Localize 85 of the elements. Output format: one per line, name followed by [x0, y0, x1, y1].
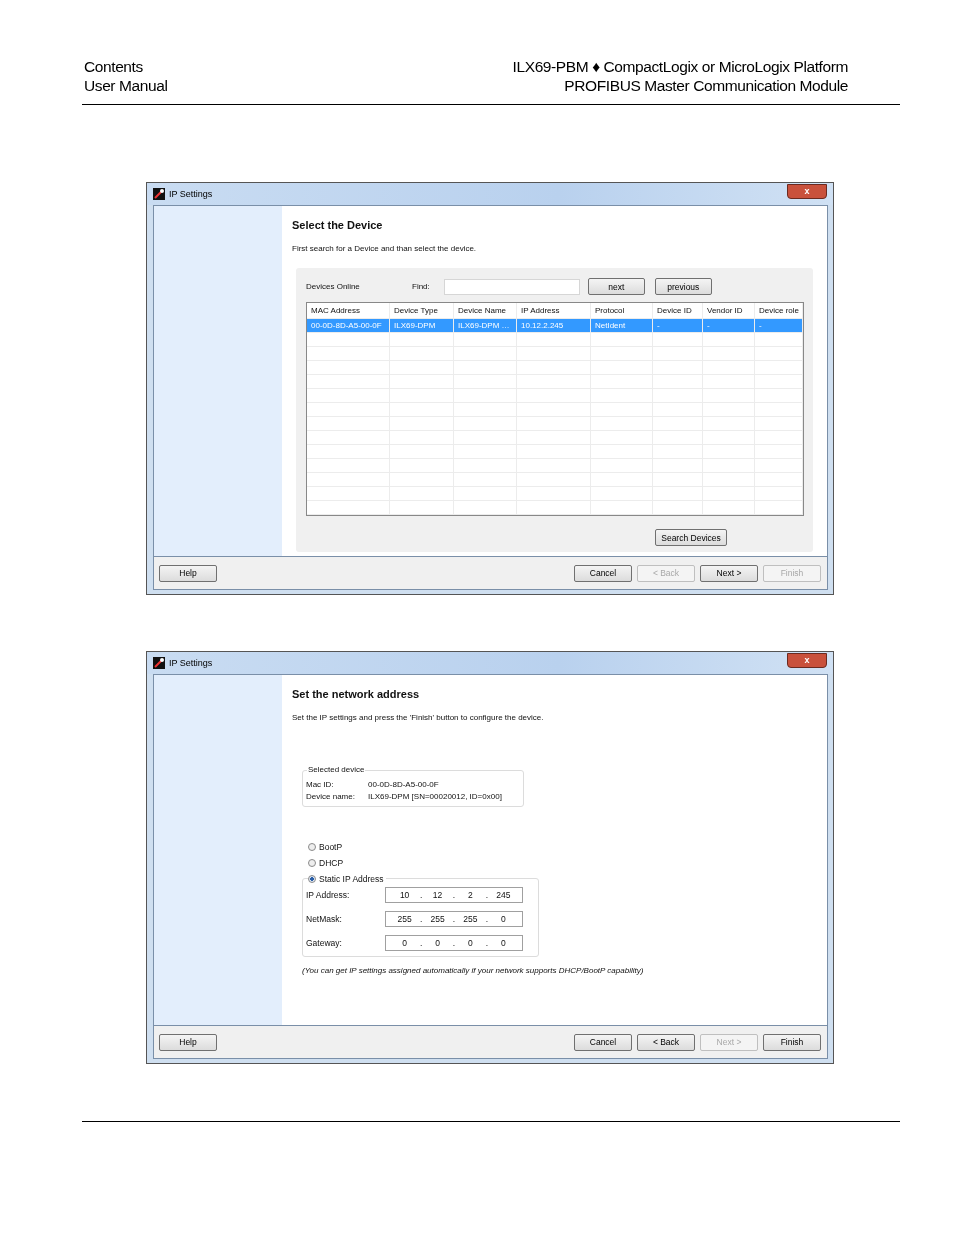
radio-label: Static IP Address: [319, 874, 384, 884]
table-cell: 00-0D-8D-A5-00-0F: [307, 319, 390, 332]
column-header[interactable]: Device Name: [454, 303, 517, 318]
radio-option[interactable]: DHCP: [308, 858, 386, 868]
dialog-button[interactable]: Help: [159, 1033, 217, 1051]
group-legend: Selected device: [307, 765, 366, 775]
separator-text: .: [452, 890, 456, 900]
octet-text: 0: [401, 938, 408, 948]
field-value: ILX69-DPM [SN=00020012, ID=0x00]: [368, 791, 502, 803]
field-label: Device name:: [306, 791, 356, 803]
field-label: NetMask:: [306, 914, 343, 924]
page-heading: Set the network address: [292, 688, 420, 700]
dialog-button[interactable]: Finish: [763, 1033, 821, 1051]
column-header[interactable]: Device Type: [390, 303, 454, 318]
description-text: Set the IP settings and press the 'Finish' button to configure the device.: [292, 713, 544, 722]
radio-label: DHCP: [319, 858, 344, 868]
page-heading: Select the Device: [292, 219, 383, 231]
field-label: Mac ID:: [306, 779, 335, 791]
separator-text: .: [485, 890, 489, 900]
column-header[interactable]: Device role: [755, 303, 803, 318]
dialog-button[interactable]: Next >: [700, 564, 758, 582]
separator-text: .: [452, 914, 456, 924]
table-cell: NetIdent: [591, 319, 653, 332]
separator-text: .: [419, 914, 423, 924]
table-cell: ILX69-DPM: [390, 319, 454, 332]
description-text: First search for a Device and than select the device.: [292, 244, 477, 253]
octet-text: 0: [499, 914, 507, 924]
field-value: 00-0D-8D-A5-00-0F: [368, 779, 439, 791]
dialog-button[interactable]: next: [587, 278, 645, 295]
dialog-button[interactable]: previous: [654, 278, 712, 295]
octet-text: 255: [429, 914, 446, 924]
dialog-button[interactable]: Search Devices: [655, 529, 727, 546]
separator-text: .: [452, 938, 456, 948]
table-cell: -: [755, 319, 803, 332]
close-button[interactable]: x: [787, 652, 827, 668]
dialog-button[interactable]: Cancel: [574, 1033, 632, 1051]
octet-text: 10: [398, 890, 411, 900]
dialog-button[interactable]: Cancel: [574, 564, 632, 582]
column-header[interactable]: IP Address: [517, 303, 591, 318]
octet-text: 2: [467, 890, 474, 900]
radio-button[interactable]: [308, 859, 316, 867]
separator-text: .: [485, 914, 489, 924]
close-button[interactable]: x: [787, 183, 827, 199]
ip-field[interactable]: 10 . 12 . 2 . 245: [385, 887, 523, 903]
column-header[interactable]: MAC Address: [307, 303, 390, 318]
separator-text: .: [419, 938, 423, 948]
column-header[interactable]: Device ID: [653, 303, 703, 318]
header-text: PROFIBUS Master Communication Module: [564, 76, 848, 95]
dialog-button[interactable]: < Back: [637, 1033, 695, 1051]
radio-button[interactable]: [308, 875, 316, 883]
octet-text: 0: [467, 938, 474, 948]
octet-text: 0: [434, 938, 441, 948]
field-label: IP Address:: [306, 890, 351, 900]
field-label: Gateway:: [306, 938, 343, 948]
ip-field[interactable]: 0 . 0 . 0 . 0: [385, 935, 523, 951]
header-text: ILX69-PBM ♦ CompactLogix or MicroLogix Platform: [512, 57, 848, 76]
devices-label: Devices Online: [306, 282, 361, 291]
radio-button[interactable]: [308, 843, 316, 851]
wrench-icon: [153, 188, 165, 200]
find-label: Find:: [412, 282, 430, 291]
header-text: User Manual: [84, 76, 168, 95]
wrench-icon: [153, 657, 165, 669]
window-title: IP Settings: [169, 658, 214, 668]
ip-field[interactable]: 255 . 255 . 255 . 0: [385, 911, 523, 927]
octet-text: 255: [462, 914, 479, 924]
octet-text: 255: [396, 914, 413, 924]
column-header[interactable]: Vendor ID: [703, 303, 755, 318]
separator-text: .: [419, 890, 423, 900]
octet-text: 12: [431, 890, 444, 900]
find-field[interactable]: [443, 278, 580, 295]
separator-text: .: [485, 938, 489, 948]
table-cell: ILX69-DPM …: [454, 319, 517, 332]
dialog-button[interactable]: Help: [159, 564, 217, 582]
table-cell: 10.12.2.245: [517, 319, 591, 332]
radio-label: BootP: [319, 842, 343, 852]
radio-option[interactable]: Static IP Address: [308, 874, 386, 884]
table-cell: -: [703, 319, 755, 332]
radio-option[interactable]: BootP: [308, 842, 386, 852]
table-cell: -: [653, 319, 703, 332]
octet-text: 0: [499, 938, 507, 948]
hint-text: (You can get IP settings assigned automatically if your network supports DHCP/BootP capability): [302, 966, 644, 975]
window-title: IP Settings: [169, 189, 214, 199]
octet-text: 245: [495, 890, 512, 900]
column-header[interactable]: Protocol: [591, 303, 653, 318]
header-text: Contents: [84, 57, 144, 76]
